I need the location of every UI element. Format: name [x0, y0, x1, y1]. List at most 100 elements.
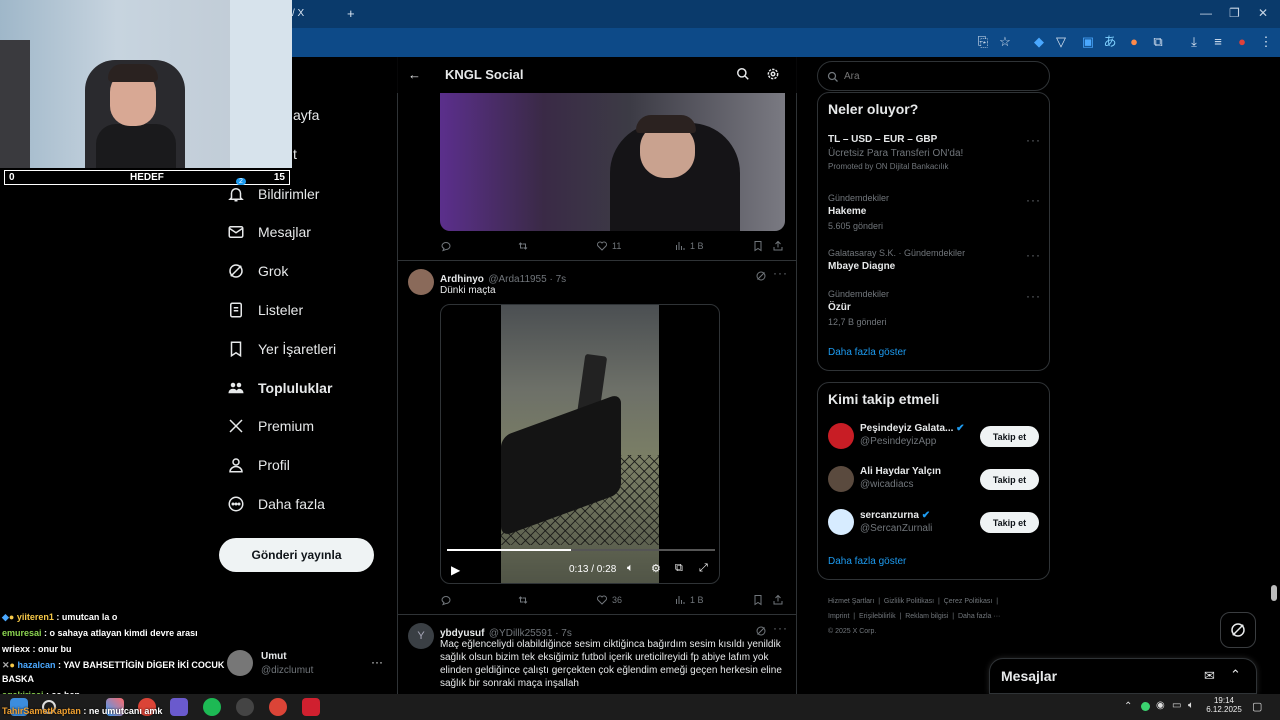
new-message-icon[interactable]: ✉ — [1204, 668, 1215, 684]
post-button[interactable]: Gönderi yayınla — [219, 538, 374, 572]
trend-item[interactable]: TL – USD – EUR – GBP Ücretsiz Para Trans… — [828, 134, 1043, 171]
search-input[interactable] — [844, 68, 1034, 84]
tweet-avatar[interactable] — [408, 269, 434, 295]
tweet-more-icon[interactable]: ··· — [773, 266, 788, 280]
extension-filter-icon[interactable]: ▽ — [1053, 34, 1069, 50]
obs-icon[interactable] — [170, 698, 188, 716]
account-menu-icon[interactable]: ··· — [371, 655, 383, 669]
reading-list-icon[interactable]: ≡ — [1210, 34, 1226, 50]
network-icon[interactable]: ▭ — [1172, 700, 1181, 711]
messages-dock[interactable]: Mesajlar ✉ ⌃ — [989, 658, 1257, 694]
tray-status-icon[interactable] — [1141, 702, 1150, 711]
bookmark-star-icon[interactable]: ☆ — [997, 34, 1013, 50]
views-button[interactable]: 1 B — [674, 594, 704, 606]
app-x-icon[interactable] — [302, 698, 320, 716]
account-avatar[interactable] — [227, 650, 253, 676]
grok-floating-button[interactable] — [1220, 612, 1256, 648]
video-progress-track[interactable] — [447, 549, 715, 551]
tray-steam-icon[interactable]: ◉ — [1156, 700, 1165, 711]
clock[interactable]: 19:14 6.12.2025 — [1206, 696, 1242, 714]
follow-button[interactable]: Takip et — [980, 426, 1039, 447]
trend-more-icon[interactable]: ··· — [1026, 133, 1041, 147]
close-window-icon[interactable]: ✕ — [1258, 6, 1268, 20]
trend-more-icon[interactable]: ··· — [1026, 248, 1041, 262]
tweet-avatar[interactable]: Y — [408, 623, 434, 649]
extension-lang-icon[interactable]: あ — [1102, 34, 1118, 50]
volume-icon[interactable]: 🔈︎ — [627, 562, 634, 575]
footer-link[interactable]: Reklam bilgisi — [905, 613, 948, 620]
bookmark-button[interactable] — [752, 240, 764, 252]
share-button[interactable] — [772, 240, 784, 252]
trend-item[interactable]: Gündemdekiler Özür 12,7 B gönderi — [828, 289, 1043, 327]
like-button[interactable]: 36 — [596, 594, 622, 606]
tray-chevron-icon[interactable]: ⌃ — [1124, 701, 1132, 712]
follow-button[interactable]: Takip et — [980, 469, 1039, 490]
settings-icon[interactable]: ⚙ — [651, 562, 661, 575]
grok-explain-icon[interactable] — [755, 269, 767, 281]
search-icon[interactable] — [736, 67, 750, 81]
play-icon[interactable]: ▶ — [451, 563, 460, 577]
share-button[interactable] — [772, 594, 784, 606]
footer-link[interactable]: Imprint — [828, 613, 849, 620]
suggested-user[interactable]: Ali Haydar Yalçın @wicadiacs — [860, 466, 941, 490]
nav-grok[interactable]: Grok — [226, 257, 288, 285]
minimize-icon[interactable]: — — [1200, 6, 1212, 20]
grok-explain-icon[interactable] — [755, 624, 767, 636]
chevron-up-icon[interactable]: ⌃ — [1230, 667, 1241, 683]
nav-premium[interactable]: Premium — [226, 412, 314, 440]
extensions-puzzle-icon[interactable]: ⧉ — [1150, 34, 1166, 50]
follow-show-more-link[interactable]: Daha fazla göster — [828, 556, 906, 567]
nav-home[interactable]: ayfa — [293, 101, 319, 129]
footer-link[interactable]: Gizlilik Politikası — [884, 598, 934, 605]
user-avatar[interactable] — [828, 423, 854, 449]
spotify-icon[interactable] — [203, 698, 221, 716]
like-button[interactable]: 11 — [596, 240, 621, 252]
chrome-icon[interactable] — [269, 698, 287, 716]
nav-profile[interactable]: Profil — [226, 451, 290, 479]
user-avatar[interactable] — [828, 509, 854, 535]
download-icon[interactable]: ⤓ — [1186, 34, 1202, 50]
footer-link[interactable]: Hizmet Şartları — [828, 598, 874, 605]
trends-show-more-link[interactable]: Daha fazla göster — [828, 347, 906, 358]
nav-communities[interactable]: Topluluklar — [226, 374, 332, 402]
back-arrow-icon[interactable]: ← — [408, 67, 421, 82]
user-avatar[interactable] — [828, 466, 854, 492]
app-icon[interactable] — [236, 698, 254, 716]
extension-fox-icon[interactable]: ● — [1126, 34, 1142, 50]
notification-center-icon[interactable]: ▢ — [1252, 700, 1262, 713]
extension-icon[interactable]: ◆ — [1031, 34, 1047, 50]
nav-explore[interactable]: t — [293, 140, 297, 168]
trend-item[interactable]: Galatasaray S.K. · Gündemdekiler Mbaye D… — [828, 248, 1043, 272]
fullscreen-icon[interactable]: ⤢ — [699, 562, 708, 575]
profile-avatar-icon[interactable]: ● — [1234, 34, 1250, 50]
nav-more[interactable]: Daha fazla — [226, 490, 325, 518]
nav-lists[interactable]: Listeler — [226, 296, 303, 324]
pip-icon[interactable]: ⧉ — [675, 562, 683, 575]
new-tab-button[interactable]: + — [347, 6, 355, 21]
views-button[interactable]: 1 B — [674, 240, 704, 252]
footer-link[interactable]: Daha fazla ··· — [958, 613, 1000, 620]
repost-button[interactable] — [517, 594, 529, 606]
browser-menu-icon[interactable]: ⋮ — [1258, 34, 1274, 50]
trend-more-icon[interactable]: ··· — [1026, 193, 1041, 207]
page-scrollbar-thumb[interactable] — [1271, 585, 1277, 601]
trend-item[interactable]: Gündemdekiler Hakeme 5.605 gönderi — [828, 193, 1043, 231]
nav-notifications[interactable]: 2 Bildirimler — [226, 178, 319, 208]
follow-button[interactable]: Takip et — [980, 512, 1039, 533]
suggested-user[interactable]: Peşindeyiz Galata... ✔ @PesindeyizApp — [860, 423, 965, 447]
install-app-icon[interactable]: ⎘ — [975, 34, 991, 50]
extension-translate-icon[interactable]: ▣ — [1080, 34, 1096, 50]
restore-icon[interactable]: ❐ — [1229, 6, 1240, 20]
nav-messages[interactable]: Mesajlar — [226, 218, 311, 246]
reply-button[interactable] — [440, 240, 452, 252]
tweet-media-video[interactable] — [440, 93, 785, 231]
trend-more-icon[interactable]: ··· — [1026, 289, 1041, 303]
suggested-user[interactable]: sercanzurna ✔ @SercanZurnali — [860, 510, 932, 534]
tweet-more-icon[interactable]: ··· — [773, 621, 788, 635]
video-player[interactable]: ▶ 0:13 / 0:28 🔈︎ ⚙ ⧉ ⤢ — [440, 304, 720, 584]
nav-bookmarks[interactable]: Yer İşaretleri — [226, 335, 336, 363]
reply-button[interactable] — [440, 594, 452, 606]
footer-link[interactable]: Erişilebilirlik — [859, 613, 896, 620]
bookmark-button[interactable] — [752, 594, 764, 606]
repost-button[interactable] — [517, 240, 529, 252]
